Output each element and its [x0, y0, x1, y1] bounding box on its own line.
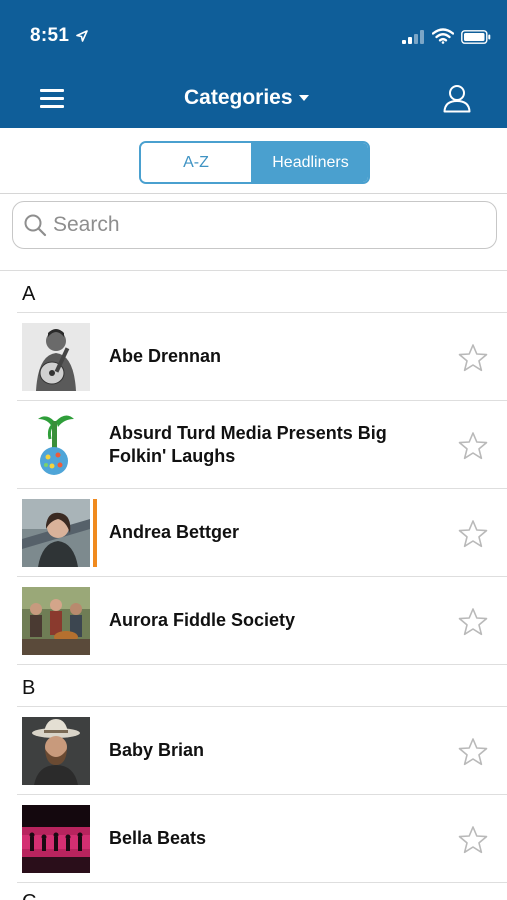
performer-photo: [22, 499, 90, 567]
cellular-signal-icon: [402, 30, 426, 49]
performer-list[interactable]: A Abe Drennan Absurd Turd Media Presents…: [0, 271, 507, 900]
performer-photo: [22, 805, 90, 873]
performer-photo: [22, 411, 90, 479]
list-item[interactable]: Bella Beats: [17, 795, 507, 883]
headliner-accent-bar: [93, 499, 97, 567]
favorite-star-icon[interactable]: [458, 825, 488, 855]
list-item[interactable]: Baby Brian: [17, 707, 507, 795]
section-header-a: A: [17, 271, 507, 313]
performer-photo: [22, 587, 90, 655]
performer-name: Abe Drennan: [109, 346, 222, 366]
categories-dropdown[interactable]: Categories: [184, 86, 309, 110]
list-item[interactable]: Andrea Bettger: [17, 489, 507, 577]
segment-headliners[interactable]: Headliners: [253, 143, 368, 182]
performer-photo: [22, 717, 90, 785]
section-header-c: C: [17, 883, 507, 900]
filter-bar: A-Z Headliners: [0, 128, 507, 194]
status-bar: 8:51: [0, 0, 507, 74]
favorite-star-icon[interactable]: [458, 737, 488, 767]
segment-a-z[interactable]: A-Z: [141, 143, 253, 182]
list-item[interactable]: Absurd Turd Media Presents Big Folkin' L…: [17, 401, 507, 489]
status-time: 8:51: [30, 25, 70, 46]
sort-segmented-control: A-Z Headliners: [139, 141, 370, 184]
favorite-star-icon[interactable]: [458, 519, 488, 549]
favorite-star-icon[interactable]: [458, 431, 488, 461]
nav-bar: Categories: [0, 74, 507, 128]
search-input[interactable]: [53, 210, 473, 240]
list-item[interactable]: Abe Drennan: [17, 313, 507, 401]
search-bar: [0, 195, 507, 271]
performer-photo: [22, 323, 90, 391]
caret-down-icon: [298, 95, 309, 101]
section-header-b: B: [17, 665, 507, 707]
performer-name: Baby Brian: [109, 740, 205, 760]
battery-icon: [461, 30, 491, 49]
performer-name: Aurora Fiddle Society: [109, 610, 296, 630]
performer-name: Bella Beats: [109, 828, 207, 848]
hamburger-menu-icon[interactable]: [38, 85, 66, 111]
performer-name: Andrea Bettger: [109, 522, 240, 542]
top-bar: 8:51 Categories: [0, 0, 507, 128]
location-arrow-icon: [76, 29, 88, 47]
search-icon: [23, 213, 47, 242]
wifi-icon: [431, 28, 455, 49]
favorite-star-icon[interactable]: [458, 343, 488, 373]
user-account-icon[interactable]: [441, 82, 473, 114]
list-item[interactable]: Aurora Fiddle Society: [17, 577, 507, 665]
favorite-star-icon[interactable]: [458, 607, 488, 637]
performer-name: Absurd Turd Media Presents Big Folkin' L…: [109, 422, 387, 466]
nav-title-label: Categories: [184, 86, 293, 109]
search-box: [12, 201, 497, 249]
